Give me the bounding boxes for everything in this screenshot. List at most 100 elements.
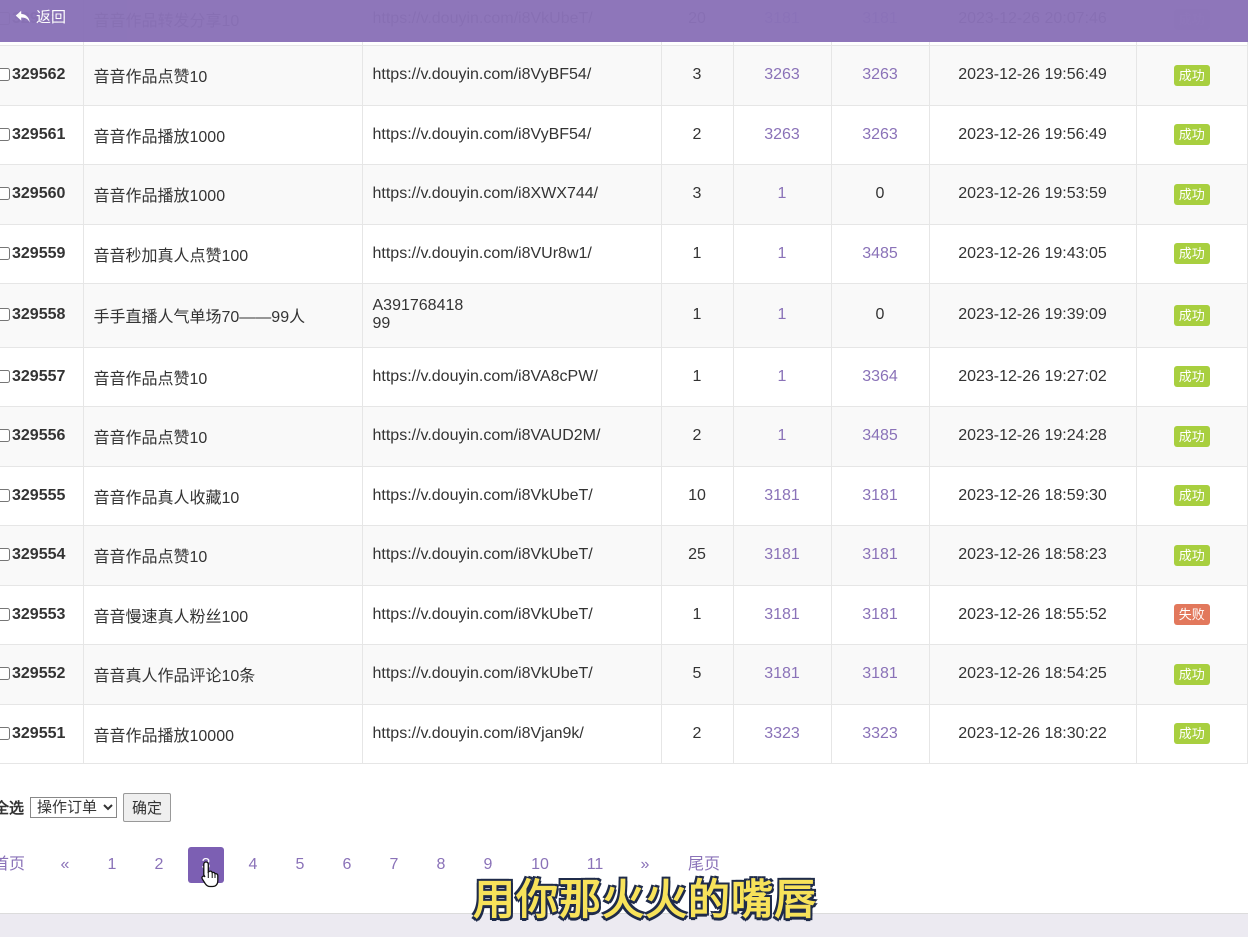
quantity: 5 <box>661 644 734 705</box>
product-name: 音音作品点赞10 <box>93 549 208 566</box>
order-id: 329556 <box>12 427 66 444</box>
product-name: 音音真人作品评论10条 <box>93 668 256 685</box>
current-count: 0 <box>831 164 930 225</box>
status-cell: 成功 <box>1136 283 1248 348</box>
confirm-button[interactable]: 确定 <box>123 792 172 822</box>
product-name: 音音作品点赞10 <box>93 69 208 86</box>
target-link-line2: 99 <box>372 315 391 332</box>
product-name-cell: 音音秒加真人点赞100 <box>83 224 363 284</box>
product-name-cell: 音音作品播放10000 <box>83 704 363 764</box>
status-badge: 成功 <box>1173 304 1210 326</box>
product-name-cell: 音音作品播放1000 <box>83 164 363 225</box>
start-count: 3181 <box>733 585 832 645</box>
quantity: 1 <box>661 224 734 284</box>
quantity: 25 <box>661 525 734 586</box>
order-time: 2023-12-26 19:27:02 <box>929 347 1137 407</box>
target-link-cell: https://v.douyin.com/i8VyBF54/ <box>362 105 662 165</box>
row-checkbox[interactable] <box>0 187 10 200</box>
order-time: 2023-12-26 18:30:22 <box>929 704 1137 764</box>
order-time: 2023-12-26 19:24:28 <box>929 406 1137 467</box>
table-row: 329553 音音慢速真人粉丝100 https://v.douyin.com/i8… <box>0 585 1248 645</box>
current-count: 3323 <box>831 704 930 764</box>
table-row: 329555 音音作品真人收藏10 https://v.douyin.com/i8V… <box>0 466 1248 526</box>
status-cell: 成功 <box>1136 406 1248 467</box>
product-name: 音音作品真人收藏10 <box>93 489 240 507</box>
status-cell: 成功 <box>1136 466 1248 526</box>
status-badge: 成功 <box>1173 183 1210 205</box>
current-count: 3181 <box>831 644 930 705</box>
status-cell: 失败 <box>1136 585 1248 645</box>
row-checkbox[interactable] <box>0 726 10 740</box>
target-link-cell: https://v.douyin.com/i8XWX744/ <box>362 164 662 225</box>
row-checkbox[interactable] <box>0 369 10 383</box>
order-id: 329552 <box>12 665 66 682</box>
order-id: 329554 <box>12 546 66 563</box>
target-link-cell: https://v.douyin.com/i8VAUD2M/ <box>362 406 662 467</box>
back-button[interactable]: 返回 <box>14 6 66 27</box>
status-badge: 失败 <box>1173 604 1210 625</box>
start-count: 1 <box>733 406 832 467</box>
target-link: https://v.douyin.com/i8Vjan9k/ <box>372 724 584 742</box>
row-checkbox[interactable] <box>0 667 10 680</box>
orders-table: 329563音音作品转发分享10https://v.douyin.com/i8V… <box>0 0 1248 764</box>
start-count: 1 <box>733 347 832 407</box>
start-count: 3181 <box>733 644 832 705</box>
row-checkbox[interactable] <box>0 127 10 141</box>
row-checkbox[interactable] <box>0 548 10 561</box>
start-count: 3263 <box>733 45 832 106</box>
row-checkbox[interactable] <box>0 246 10 260</box>
product-name-cell: 音音慢速真人粉丝100 <box>83 585 363 645</box>
order-id-cell: 329559 <box>0 224 84 284</box>
target-link: https://v.douyin.com/i8VkUbeT/ <box>372 486 593 504</box>
target-link: https://v.douyin.com/i8VkUbeT/ <box>372 546 593 563</box>
order-id-cell: 329553 <box>0 585 84 645</box>
order-id-cell: 329557 <box>0 347 84 407</box>
product-name-cell: 音音作品点赞10 <box>83 406 363 467</box>
start-count: 3263 <box>733 105 832 165</box>
product-name-cell: 音音作品真人收藏10 <box>83 466 363 526</box>
row-checkbox[interactable] <box>0 607 10 621</box>
order-id: 329559 <box>12 244 66 262</box>
target-link-cell: https://v.douyin.com/i8VkUbeT/ <box>362 466 662 526</box>
quantity: 1 <box>661 347 734 407</box>
current-count: 3485 <box>831 406 930 467</box>
row-checkbox[interactable] <box>0 429 10 442</box>
table-row: 329559 音音秒加真人点赞100 https://v.douyin.com/i8… <box>0 224 1248 284</box>
select-all-label[interactable]: 全选 <box>0 797 24 818</box>
target-link-cell: https://v.douyin.com/i8VUr8w1/ <box>362 224 662 284</box>
target-link-cell: https://v.douyin.com/i8VkUbeT/ <box>362 585 662 645</box>
status-cell: 成功 <box>1136 347 1248 407</box>
status-badge: 成功 <box>1173 124 1210 145</box>
product-name: 音音慢速真人粉丝100 <box>93 608 249 626</box>
product-name: 音音作品点赞10 <box>93 370 208 388</box>
current-count: 3263 <box>831 45 930 106</box>
order-id-cell: 329555 <box>0 466 84 526</box>
table-row: 329558 手手直播人气单场70——99人 A391768418 99 1 1 0 2023… <box>0 283 1248 348</box>
status-cell: 成功 <box>1136 644 1248 705</box>
status-cell: 成功 <box>1136 105 1248 165</box>
row-checkbox[interactable] <box>0 308 10 321</box>
bulk-action-select[interactable]: 操作订单 <box>30 796 118 818</box>
status-badge: 成功 <box>1173 243 1210 264</box>
table-row: 329554 音音作品点赞10 https://v.douyin.com/i8VkU… <box>0 525 1248 586</box>
order-time: 2023-12-26 19:39:09 <box>929 283 1137 348</box>
order-id-cell: 329552 <box>0 644 84 705</box>
target-link: https://v.douyin.com/i8XWX744/ <box>372 185 599 202</box>
table-row: 329561 音音作品播放1000 https://v.douyin.com/i8V… <box>0 105 1248 165</box>
target-link-cell: https://v.douyin.com/i8Vjan9k/ <box>362 704 662 764</box>
status-badge: 成功 <box>1173 723 1210 744</box>
order-time: 2023-12-26 19:53:59 <box>929 164 1137 225</box>
row-checkbox[interactable] <box>0 488 10 502</box>
current-count: 3181 <box>831 525 930 586</box>
order-id: 329555 <box>12 486 66 504</box>
current-count: 3485 <box>831 224 930 284</box>
order-time: 2023-12-26 18:58:23 <box>929 525 1137 586</box>
row-checkbox[interactable] <box>0 68 10 81</box>
order-id: 329560 <box>12 185 66 202</box>
status-cell: 成功 <box>1136 164 1248 225</box>
quantity: 10 <box>661 466 734 526</box>
order-time: 2023-12-26 19:56:49 <box>929 105 1137 165</box>
quantity: 3 <box>661 45 734 106</box>
status-badge: 成功 <box>1173 366 1210 387</box>
target-link: https://v.douyin.com/i8VAUD2M/ <box>372 427 601 444</box>
